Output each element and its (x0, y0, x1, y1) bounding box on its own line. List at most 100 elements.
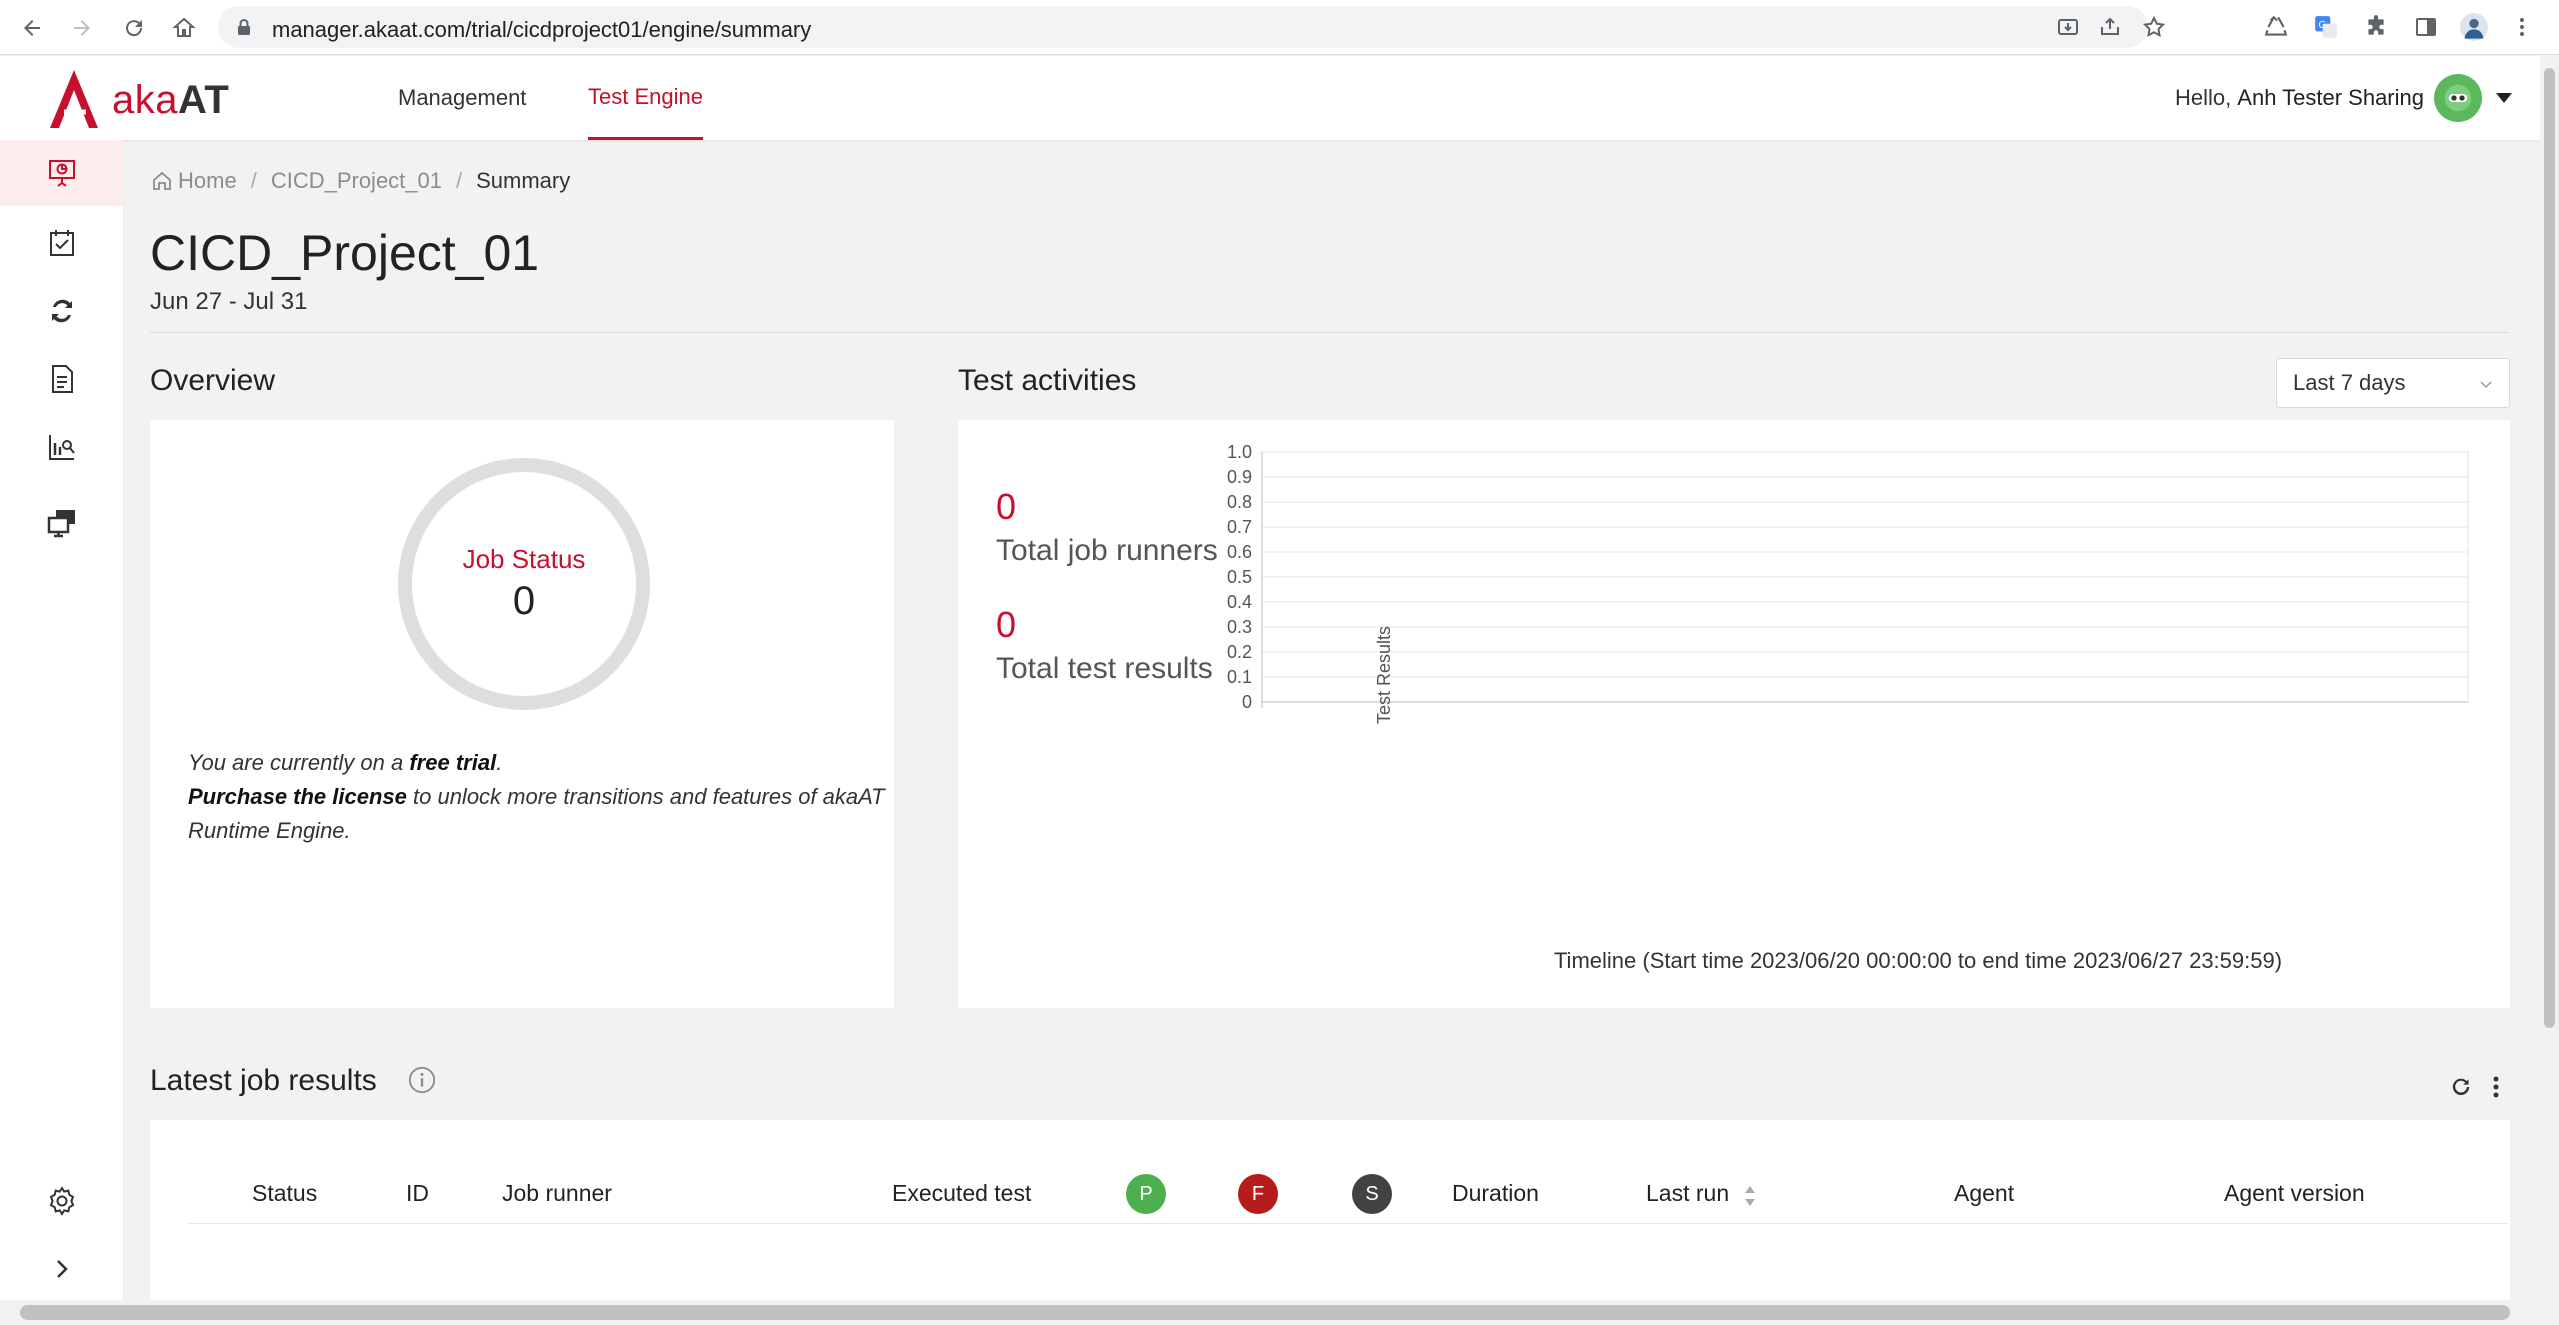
akaat-logo[interactable]: akaAT (44, 68, 229, 132)
chart-y-tick-label: 0.9 (1227, 467, 1252, 487)
profile-avatar-icon[interactable] (2460, 13, 2488, 41)
latest-job-results-card: Status ID Job runner Executed test P F S… (150, 1120, 2510, 1320)
share-icon[interactable] (2098, 15, 2122, 39)
recycle-extension-icon[interactable] (2262, 13, 2290, 41)
user-avatar-icon (2444, 84, 2472, 112)
page-dates: Jun 27 - Jul 31 (150, 288, 308, 315)
date-range-select[interactable]: Last 7 days (2276, 358, 2510, 408)
chart-y-ticks: 0 0.1 0.2 0.3 0.4 0.5 0.6 0.7 0.8 0.9 1.0 (1227, 442, 1252, 712)
horizontal-scroll-thumb[interactable] (20, 1305, 2510, 1320)
column-agent[interactable]: Agent (1954, 1180, 2014, 1207)
overview-card: Job Status 0 You are currently on a free… (150, 420, 894, 1008)
url-text: manager.akaat.com/trial/cicdproject01/en… (272, 17, 812, 42)
divider (150, 332, 2510, 333)
more-options-button[interactable] (2484, 1070, 2508, 1104)
sidebar-item-runners[interactable] (0, 278, 124, 344)
chart-y-tick-label: 0.7 (1227, 517, 1252, 537)
chevron-right-icon (57, 1260, 68, 1278)
side-panel-icon[interactable] (2412, 13, 2440, 41)
column-status[interactable]: Status (252, 1180, 317, 1207)
column-executed-test[interactable]: Executed test (892, 1180, 1031, 1207)
address-bar[interactable]: manager.akaat.com/trial/cicdproject01/en… (218, 6, 2166, 48)
reload-icon[interactable] (116, 10, 152, 46)
sort-icon[interactable] (1743, 1184, 1757, 1208)
page-title: CICD_Project_01 (150, 225, 540, 281)
kebab-menu-icon (2493, 1076, 2499, 1098)
column-job-runner[interactable]: Job runner (502, 1180, 612, 1207)
chart-y-tick-label: 0.6 (1227, 542, 1252, 562)
breadcrumb-project[interactable]: CICD_Project_01 (271, 168, 442, 194)
vertical-scrollbar[interactable] (2540, 56, 2559, 1300)
date-range-value: Last 7 days (2293, 370, 2406, 395)
breadcrumb-separator: / (250, 168, 257, 193)
test-activities-chart: 0 0.1 0.2 0.3 0.4 0.5 0.6 0.7 0.8 0.9 1.0 Test Res… (1227, 442, 2469, 973)
latest-job-results-title: Latest job results (150, 1064, 377, 1097)
chart-y-axis-label: Test Results (1374, 626, 1394, 724)
chart-x-axis-label: Timeline (Start time 2023/06/20 00:00:00… (1554, 948, 2282, 973)
nav-test-engine[interactable]: Test Engine (588, 56, 703, 140)
test-activities-card: 0 Total job runners 0 Total test results… (958, 420, 2510, 1008)
analytics-icon (49, 435, 75, 460)
sidebar-item-summary[interactable] (0, 140, 124, 206)
chart-y-tick-label: 0 (1242, 692, 1252, 712)
column-agent-version[interactable]: Agent version (2224, 1180, 2365, 1207)
home-icon (153, 171, 171, 190)
calendar-check-icon (50, 230, 74, 256)
browser-toolbar: manager.akaat.com/trial/cicdproject01/en… (0, 0, 2559, 55)
document-icon (52, 365, 73, 393)
nav-management[interactable]: Management (398, 56, 526, 140)
chart-y-tick-label: 0.2 (1227, 642, 1252, 662)
column-id[interactable]: ID (406, 1180, 429, 1207)
sidebar-expand-button[interactable] (0, 1236, 124, 1302)
avatar[interactable] (2434, 74, 2482, 122)
sidebar-item-agents[interactable] (0, 490, 124, 556)
presentation-chart-icon (49, 160, 75, 187)
horizontal-scrollbar[interactable] (0, 1300, 2540, 1325)
svg-text:G: G (2318, 20, 2326, 31)
test-activities-title: Test activities (958, 364, 1137, 397)
breadcrumb-home[interactable]: Home (178, 168, 237, 194)
column-duration[interactable]: Duration (1452, 1180, 1539, 1207)
purchase-license-link[interactable]: Purchase the license (188, 784, 407, 809)
column-last-run[interactable]: Last run (1646, 1180, 1729, 1207)
translate-extension-icon[interactable]: G (2312, 13, 2340, 41)
refresh-icon (2452, 1078, 2470, 1096)
chevron-down-icon (2480, 381, 2492, 389)
app-header: akaAT Management Test Engine Hello, Anh … (0, 56, 2540, 140)
free-trial-text: free trial (409, 750, 497, 775)
breadcrumb-separator: / (456, 168, 463, 193)
bookmark-star-icon[interactable] (2142, 15, 2166, 39)
extensions-puzzle-icon[interactable] (2362, 13, 2390, 41)
install-icon[interactable] (2056, 15, 2080, 39)
sidebar-item-settings[interactable] (0, 1168, 124, 1234)
overview-title: Overview (150, 364, 276, 397)
forward-icon[interactable] (64, 10, 100, 46)
akaat-logo-icon (50, 70, 98, 128)
breadcrumb-current: Summary (476, 168, 571, 193)
table-header: Status ID Job runner Executed test P F S… (188, 1164, 2508, 1224)
chart-y-tick-label: 0.1 (1227, 667, 1252, 687)
info-icon[interactable] (406, 1064, 438, 1096)
passed-badge: P (1126, 1174, 1166, 1214)
greeting-text: Hello, (2175, 85, 2232, 110)
skipped-badge: S (1352, 1174, 1392, 1214)
sync-cycle-icon (52, 299, 72, 323)
refresh-button[interactable] (2444, 1070, 2478, 1104)
sidebar-item-tasks[interactable] (0, 210, 124, 276)
user-menu[interactable]: Hello, Anh Tester Sharing (2175, 74, 2512, 122)
chart-y-tick-label: 0.3 (1227, 617, 1252, 637)
job-status-value: 0 (512, 579, 536, 623)
sidebar-item-reports[interactable] (0, 346, 124, 412)
gear-icon (49, 1186, 75, 1216)
browser-menu-icon[interactable] (2508, 13, 2536, 41)
job-status-ring: Job Status 0 (398, 458, 650, 710)
logo-text: akaAT (112, 77, 230, 122)
chart-y-tick-label: 0.4 (1227, 592, 1252, 612)
chevron-down-icon[interactable] (2496, 93, 2512, 103)
vertical-scroll-thumb[interactable] (2544, 68, 2555, 1028)
home-icon[interactable] (166, 10, 202, 46)
sidebar-item-analytics[interactable] (0, 414, 124, 480)
back-icon[interactable] (14, 10, 50, 46)
chart-grid (1261, 451, 2469, 708)
chart-y-tick-label: 0.8 (1227, 492, 1252, 512)
